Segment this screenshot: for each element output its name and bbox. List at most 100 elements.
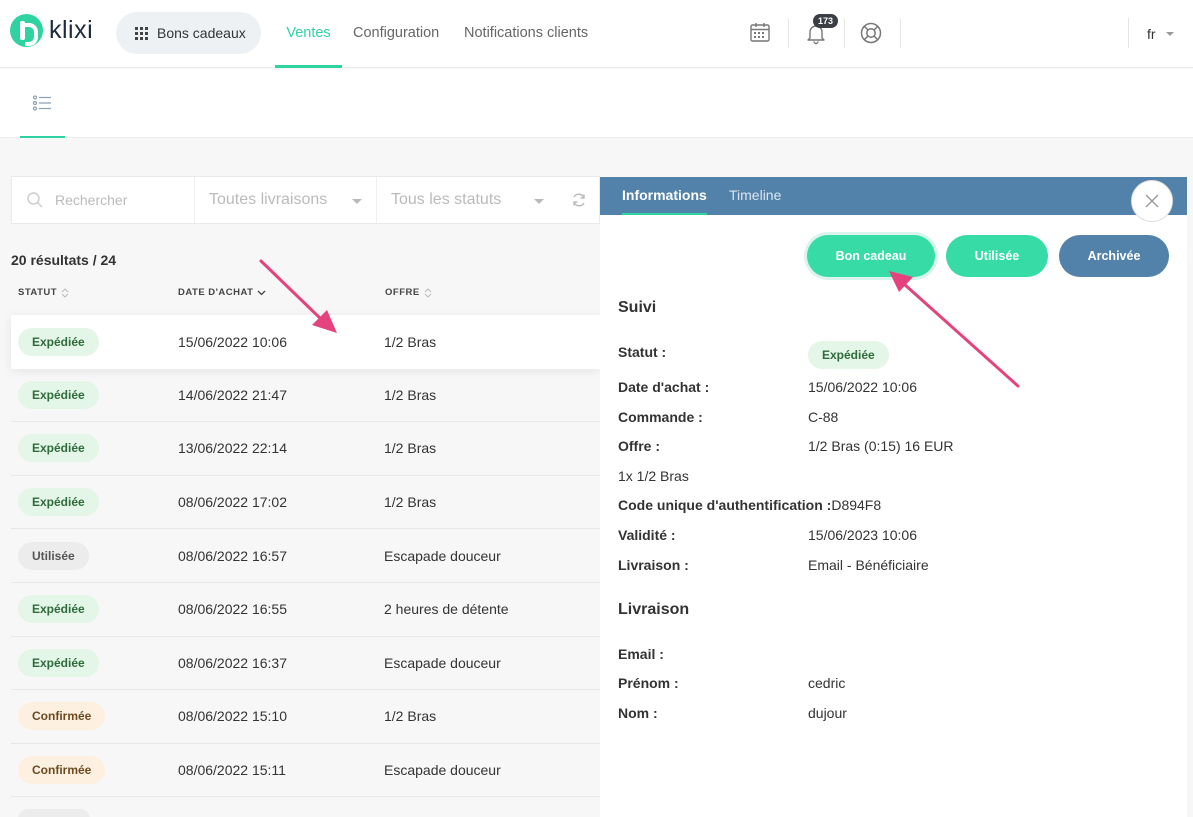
- app-switch-button[interactable]: Bons cadeaux: [116, 12, 261, 54]
- status-badge: Expédiée: [18, 648, 99, 677]
- purchase-date: 15/06/2022 10:06: [178, 333, 287, 350]
- tab-configuration[interactable]: Configuration: [353, 0, 439, 68]
- tab-ventes[interactable]: Ventes: [275, 0, 342, 68]
- lastname-label: Nom :: [618, 705, 658, 721]
- detail-panel: Informations Timeline Bon cadeau Utilisé…: [600, 177, 1187, 817]
- sales-table: Expédiée 15/06/2022 10:06 1/2 Bras Expéd…: [11, 315, 600, 817]
- purchase-date: 08/06/2022 17:02: [178, 494, 287, 511]
- help-lifebuoy-icon[interactable]: [858, 20, 884, 46]
- search-field[interactable]: Rechercher: [12, 177, 194, 223]
- purchase-date: 08/06/2022 15:10: [178, 708, 287, 725]
- offer-name: 1/2 Bras: [384, 333, 437, 350]
- apps-grid-icon: [135, 26, 148, 40]
- purchase-date: 08/06/2022 16:37: [178, 654, 287, 671]
- tab-timeline[interactable]: Timeline: [729, 177, 781, 215]
- table-row[interactable]: Expédiée 14/06/2022 21:47 1/2 Bras: [11, 369, 600, 423]
- calendar-icon[interactable]: [747, 20, 773, 46]
- delivery-filter-value: Toutes livraisons: [209, 191, 328, 208]
- firstname-value: cedric: [808, 675, 846, 691]
- tab-notifications-clients[interactable]: Notifications clients: [464, 0, 588, 68]
- offer-name: 2 heures de détente: [384, 601, 509, 618]
- section-title-livraison: Livraison: [618, 601, 690, 618]
- section-title-suivi: Suivi: [618, 299, 657, 316]
- status-filter-value: Tous les statuts: [391, 191, 502, 208]
- offer-name: Escapade douceur: [384, 762, 501, 779]
- close-button[interactable]: [1131, 180, 1173, 222]
- status-badge: Expédiée: [18, 380, 99, 409]
- column-header-status[interactable]: STATUT: [18, 287, 69, 298]
- gift-voucher-button[interactable]: Bon cadeau: [807, 235, 935, 277]
- table-row[interactable]: Confirmée 08/06/2022 15:11 Escapade douc…: [11, 744, 600, 798]
- status-badge: Expédiée: [18, 434, 99, 463]
- firstname-label: Prénom :: [618, 675, 679, 691]
- klixi-logo[interactable]: klixi: [10, 14, 93, 47]
- offer-name: 1/2 Bras: [384, 708, 437, 725]
- sub-toolbar: [0, 69, 1193, 138]
- chevron-down-icon[interactable]: [1166, 32, 1174, 36]
- refresh-button[interactable]: [558, 177, 599, 223]
- klixi-logo-icon: [10, 14, 43, 47]
- delivery-filter-select[interactable]: Toutes livraisons: [194, 177, 376, 223]
- table-row[interactable]: Expédiée 15/06/2022 10:06 1/2 Bras: [11, 315, 600, 369]
- offer-line: 1x 1/2 Bras: [618, 468, 689, 484]
- offer-value: 1/2 Bras (0:15) 16 EUR: [808, 438, 954, 454]
- chevron-down-icon: [534, 199, 544, 204]
- sort-desc-icon: [258, 290, 266, 295]
- divider: [844, 18, 845, 48]
- column-header-offer[interactable]: OFFRE: [385, 287, 432, 298]
- order-label: Commande :: [618, 409, 703, 425]
- delivery-label: Livraison :: [618, 557, 689, 573]
- divider: [1128, 18, 1129, 48]
- offer-name: 1/2 Bras: [384, 494, 437, 511]
- status-badge: Expédiée: [18, 488, 99, 517]
- table-row[interactable]: Confirmée 08/06/2022 15:10 1/2 Bras: [11, 690, 600, 744]
- table-row[interactable]: Expédiée 13/06/2022 22:14 1/2 Bras: [11, 422, 600, 476]
- offer-name: 1/2 Bras: [384, 440, 437, 457]
- table-row[interactable]: Utilisée 08/06/2022 16:57 Escapade douce…: [11, 529, 600, 583]
- status-badge: Expédiée: [808, 341, 889, 369]
- validity-label: Validité :: [618, 527, 676, 543]
- status-badge: Expédiée: [18, 595, 99, 624]
- purchase-date: 08/06/2022 16:57: [178, 547, 287, 564]
- order-value: C-88: [808, 409, 839, 425]
- table-row[interactable]: [11, 797, 600, 817]
- status-badge: Utilisée: [18, 541, 89, 570]
- tab-informations[interactable]: Informations: [622, 177, 707, 215]
- results-count: 20 résultats / 24: [11, 252, 117, 268]
- divider: [788, 18, 789, 48]
- table-row[interactable]: Expédiée 08/06/2022 16:55 2 heures de dé…: [11, 583, 600, 637]
- close-icon: [1145, 194, 1159, 208]
- mark-used-button[interactable]: Utilisée: [946, 235, 1048, 277]
- column-header-date[interactable]: DATE D'ACHAT: [178, 287, 266, 298]
- detail-tabs-bar: Informations Timeline: [600, 177, 1187, 215]
- archive-button[interactable]: Archivée: [1059, 235, 1169, 277]
- sort-icon: [61, 287, 69, 298]
- status-badge: Confirmée: [18, 702, 106, 731]
- filter-bar: Rechercher Toutes livraisons Tous les st…: [11, 176, 600, 224]
- offer-name: Escapade douceur: [384, 547, 501, 564]
- offer-name: 1/2 Bras: [384, 386, 437, 403]
- notification-count-badge: 173: [813, 14, 839, 28]
- table-row[interactable]: Expédiée 08/06/2022 16:37 Escapade douce…: [11, 637, 600, 691]
- status-label: Statut :: [618, 344, 667, 360]
- status-badge: [18, 809, 90, 817]
- purchase-date: 14/06/2022 21:47: [178, 386, 287, 403]
- top-bar: klixi Bons cadeaux Ventes Configuration …: [0, 0, 1193, 68]
- purchase-date: 13/06/2022 22:14: [178, 440, 287, 457]
- language-selector[interactable]: fr: [1147, 26, 1156, 42]
- table-row[interactable]: Expédiée 08/06/2022 17:02 1/2 Bras: [11, 476, 600, 530]
- list-view-tab[interactable]: [20, 69, 65, 138]
- auth-code-row: Code unique d'authentification :D894F8: [618, 497, 881, 513]
- status-badge: Expédiée: [18, 327, 99, 356]
- offer-label: Offre :: [618, 438, 660, 454]
- sort-icon: [424, 287, 432, 298]
- purchase-date-value: 15/06/2022 10:06: [808, 379, 917, 395]
- auth-code-label: Code unique d'authentification :: [618, 497, 832, 513]
- refresh-icon: [572, 193, 585, 207]
- search-input[interactable]: Rechercher: [55, 192, 127, 208]
- status-badge: Confirmée: [18, 756, 106, 785]
- chevron-down-icon: [352, 199, 362, 204]
- list-icon: [32, 95, 51, 111]
- annotation-arrow-row: [259, 259, 324, 322]
- status-filter-select[interactable]: Tous les statuts: [376, 177, 558, 223]
